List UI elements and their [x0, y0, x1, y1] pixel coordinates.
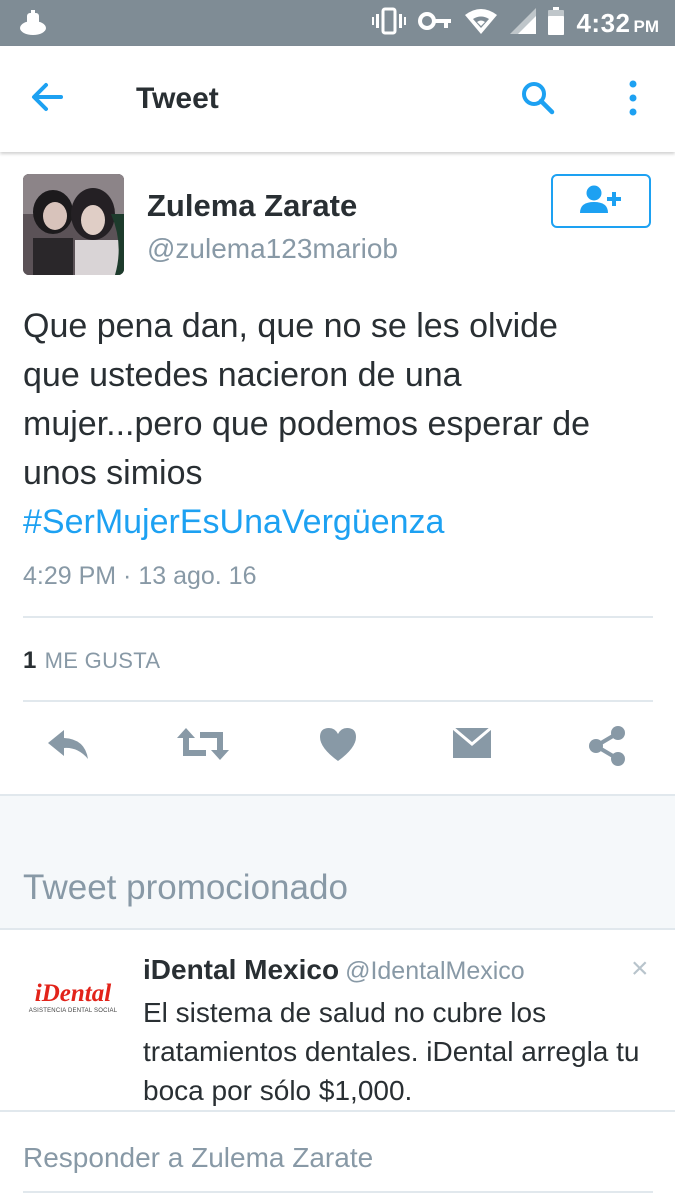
- logo-text: iDental: [34, 980, 112, 1007]
- tweet-text: Que pena dan, que no se les olvide que u…: [23, 302, 653, 547]
- app-bar: Tweet: [0, 46, 675, 152]
- reply-input[interactable]: Responder a Zulema Zarate: [23, 1142, 373, 1174]
- promoted-avatar-logo[interactable]: iDental ASISTENCIA DENTAL SOCIAL: [23, 980, 123, 1024]
- avatar[interactable]: [23, 174, 124, 275]
- tweet-actions: [0, 718, 675, 778]
- reply-bar[interactable]: Responder a Zulema Zarate: [0, 1110, 675, 1200]
- reply-icon[interactable]: [46, 726, 90, 767]
- promoted-author-handle: @IdentalMexico: [345, 957, 525, 985]
- tweet-text-line: que ustedes nacieron de una: [23, 356, 462, 394]
- clock-ampm: PM: [633, 16, 660, 36]
- search-icon[interactable]: [520, 80, 556, 121]
- promoted-tweet-text: El sistema de salud no cubre los tratami…: [143, 997, 640, 1106]
- close-icon[interactable]: ×: [631, 952, 649, 986]
- promoted-author-name: iDental Mexico: [143, 954, 340, 985]
- vpn-key-icon: [418, 11, 452, 36]
- likes-label: ME GUSTA: [44, 648, 161, 673]
- retweet-icon[interactable]: [176, 726, 230, 767]
- tweet-timestamp: 4:29 PM · 13 ago. 16: [23, 562, 257, 590]
- more-vert-icon[interactable]: [622, 78, 644, 123]
- like-heart-icon[interactable]: [318, 726, 358, 767]
- page-title: Tweet: [136, 82, 219, 115]
- hashtag-link[interactable]: #SerMujerEsUnaVergüenza: [23, 498, 653, 547]
- author-handle[interactable]: @zulema123mariob: [147, 233, 398, 265]
- tweet-text-line: mujer...pero que podemos esperar de: [23, 405, 591, 443]
- author-name[interactable]: Zulema Zarate: [147, 188, 357, 224]
- tweet-text-line: unos simios: [23, 454, 203, 492]
- back-arrow-icon[interactable]: [30, 80, 64, 119]
- follow-button[interactable]: [551, 174, 651, 228]
- share-icon[interactable]: [588, 726, 626, 771]
- promoted-label: Tweet promocionado: [23, 868, 348, 907]
- likes-summary[interactable]: 1 ME GUSTA: [23, 647, 160, 675]
- direct-message-icon[interactable]: [452, 726, 492, 765]
- clock-time: 4:32: [576, 7, 631, 38]
- app-notification-icon: [18, 8, 48, 43]
- tweet-text-line: Que pena dan, que no se les olvide: [23, 307, 558, 345]
- promoted-section-header: Tweet promocionado: [0, 794, 675, 930]
- status-bar: 4:32 PM: [0, 0, 675, 46]
- add-user-icon: [576, 184, 626, 219]
- vibrate-icon: [372, 7, 407, 40]
- divider: [23, 616, 653, 618]
- promoted-author[interactable]: iDental Mexico @IdentalMexico: [143, 954, 525, 986]
- battery-icon: [548, 6, 565, 40]
- divider: [23, 700, 653, 702]
- likes-count: 1: [23, 647, 37, 674]
- wifi-icon: [464, 7, 498, 40]
- reply-underline: [23, 1191, 653, 1193]
- logo-subtext: ASISTENCIA DENTAL SOCIAL: [28, 1008, 118, 1014]
- signal-icon: [510, 7, 537, 39]
